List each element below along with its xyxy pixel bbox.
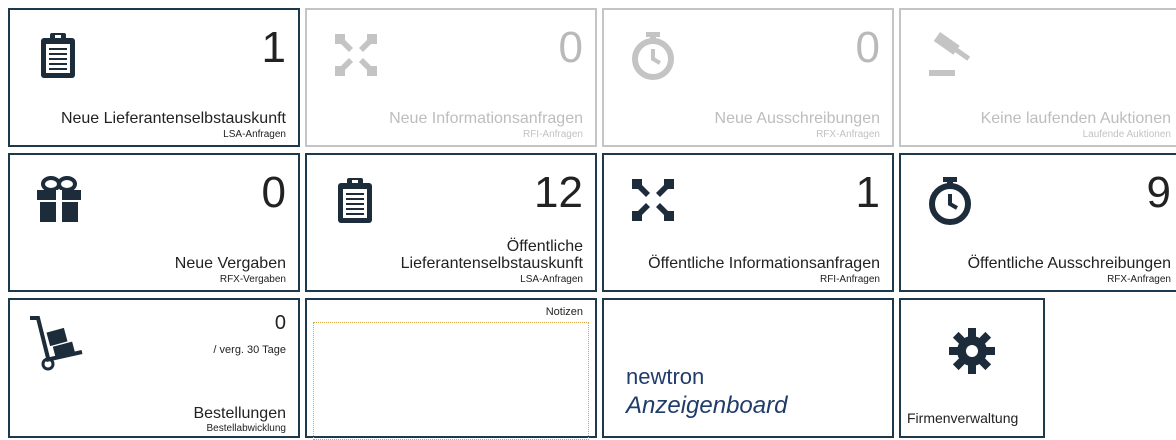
tile-public-supplier-self-disclosure[interactable]: 12 Öffentliche Lieferantenselbstauskunft…: [305, 153, 597, 292]
tile-orders[interactable]: 0 / verg. 30 Tage Bestellungen Bestellab…: [8, 298, 300, 438]
count-value: 0: [274, 312, 286, 334]
count-value: 0: [261, 168, 286, 217]
tile-title: Öffentliche Informationsanfragen: [648, 255, 880, 272]
tile-title-line1: Öffentliche: [506, 238, 583, 255]
hand-truck-icon: [26, 312, 86, 372]
compress-icon: [628, 175, 678, 225]
count-value: 0: [558, 23, 583, 72]
tile-company-management[interactable]: Firmenverwaltung: [899, 298, 1045, 438]
count-value: 9: [1146, 168, 1171, 217]
tile-subtitle: RFX-Vergaben: [219, 274, 286, 285]
tile-subtitle: RFX-Anfragen: [816, 129, 880, 140]
tile-title: Neue Vergaben: [174, 255, 286, 272]
count-value: 1: [261, 23, 286, 72]
gift-icon: [34, 175, 84, 225]
tile-subtitle: Bestellabwicklung: [206, 423, 287, 434]
tile-title: Neue Ausschreibungen: [714, 110, 880, 127]
tile-subtitle: RFI-Anfragen: [819, 274, 880, 285]
tile-title: Bestellungen: [193, 405, 286, 422]
tile-public-tenders[interactable]: 9 Öffentliche Ausschreibungen RFX-Anfrag…: [899, 153, 1176, 292]
tile-subtitle: Laufende Auktionen: [1082, 129, 1171, 140]
tile-newtron-board[interactable]: newtron Anzeigenboard: [602, 298, 894, 438]
period-label: / verg. 30 Tage: [213, 344, 286, 356]
stopwatch-icon: [925, 175, 975, 225]
notes-label: Notizen: [545, 306, 583, 318]
tile-new-information-requests: 0 Neue Informationsanfragen RFI-Anfragen: [305, 8, 597, 147]
company-management-label: Firmenverwaltung: [907, 410, 1019, 426]
tile-public-information-requests[interactable]: 1 Öffentliche Informationsanfragen RFI-A…: [602, 153, 894, 292]
gear-icon: [947, 326, 997, 376]
compress-icon: [331, 30, 381, 80]
clipboard-icon: [34, 30, 84, 80]
tile-running-auctions: Keine laufenden Auktionen Laufende Aukti…: [899, 8, 1176, 147]
clipboard-icon: [331, 175, 381, 225]
gavel-icon: [925, 30, 975, 80]
count-value: 12: [534, 168, 583, 217]
tile-subtitle: RFX-Anfragen: [1107, 274, 1171, 285]
tile-new-awards[interactable]: 0 Neue Vergaben RFX-Vergaben: [8, 153, 300, 292]
tile-title: Öffentliche Ausschreibungen: [967, 255, 1171, 272]
tile-new-tenders: 0 Neue Ausschreibungen RFX-Anfragen: [602, 8, 894, 147]
count-value: 0: [855, 23, 880, 72]
count-value: 1: [855, 168, 880, 217]
tile-title: Öffentliche Lieferantenselbstauskunft: [401, 238, 583, 272]
tile-subtitle: LSA-Anfragen: [520, 274, 583, 285]
tile-title: Keine laufenden Auktionen: [980, 110, 1171, 127]
stopwatch-icon: [628, 30, 678, 80]
tile-subtitle: RFI-Anfragen: [522, 129, 583, 140]
tile-subtitle: LSA-Anfragen: [223, 129, 286, 140]
tile-title-line2: Lieferantenselbstauskunft: [400, 255, 583, 272]
tile-notes[interactable]: Notizen: [305, 298, 597, 440]
tile-new-supplier-self-disclosure[interactable]: 1 Neue Lieferantenselbstauskunft LSA-Anf…: [8, 8, 300, 147]
notes-textarea[interactable]: [313, 322, 589, 440]
brand-name: newtron: [626, 364, 705, 389]
tile-title: Neue Lieferantenselbstauskunft: [60, 110, 286, 127]
tile-title: Neue Informationsanfragen: [389, 110, 583, 127]
board-name: Anzeigenboard: [626, 392, 788, 419]
